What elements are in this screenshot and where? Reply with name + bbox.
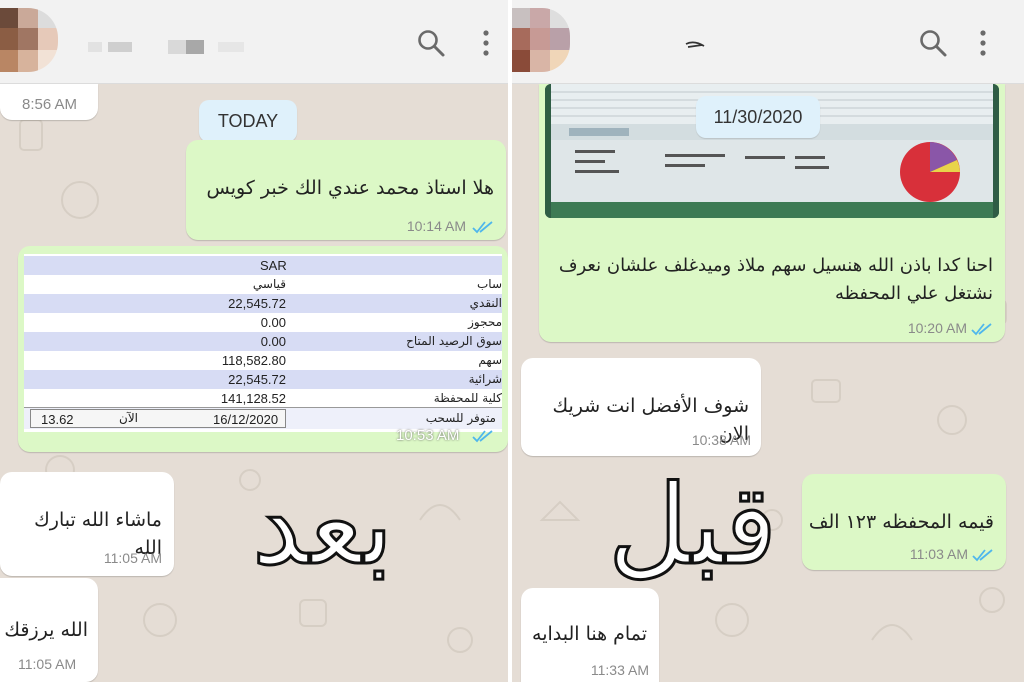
- statement-label: ساب: [476, 277, 502, 291]
- statement-footer-now: الآن: [119, 411, 138, 425]
- message-time: 11:05 AM: [18, 656, 77, 672]
- message-text: تمام هنا البدايه: [532, 623, 647, 645]
- read-ticks-icon: [472, 430, 493, 443]
- message-time: 10:38 AM: [691, 432, 751, 448]
- read-ticks-icon: [971, 323, 992, 336]
- statement-currency-row: SAR: [24, 256, 502, 275]
- statement-value: 118,582.80: [221, 353, 286, 368]
- message-time: 10:20 AM: [907, 320, 967, 336]
- statement-value: قياسي: [252, 277, 286, 291]
- message-text: احنا كدا باذن الله هنسيل سهم ملاذ وميدغل…: [558, 255, 993, 304]
- message-time: 11:03 AM: [909, 546, 968, 562]
- statement-row: قياسي ساب: [24, 275, 502, 294]
- message-time: 10:53 AM: [396, 427, 460, 444]
- more-vert-icon[interactable]: [480, 28, 492, 58]
- statement-row: 22,545.72 شرائية: [24, 370, 502, 389]
- statement-row: 22,545.72 النقدي: [24, 294, 502, 313]
- statement-date-box: 13.62 الآن 16/12/2020: [30, 409, 286, 428]
- statement-footer-label: متوفر للسحب: [425, 411, 496, 425]
- statement-label: محجوز: [468, 315, 502, 329]
- contact-name-redacted: [88, 40, 248, 54]
- message-bubble-incoming[interactable]: تمام هنا البدايه 11:33 AM: [521, 588, 659, 682]
- more-vert-icon[interactable]: [977, 28, 989, 58]
- statement-row: 141,128.52 كلية للمحفظة: [24, 389, 502, 408]
- date-chip: TODAY: [199, 100, 297, 142]
- message-bubble-incoming[interactable]: 8:56 AM: [0, 84, 98, 120]
- statement-label: سهم: [478, 353, 502, 367]
- message-text: هلا استاذ محمد عندي الك خبر كويس: [206, 177, 494, 199]
- message-time: 10:14 AM: [406, 218, 466, 234]
- date-chip: 11/30/2020: [696, 96, 820, 138]
- message-bubble-outgoing[interactable]: قيمه المحفظه ١٢٣ الف 11:03 AM: [802, 474, 1006, 570]
- statement-value: 0.00: [260, 334, 286, 349]
- avatar[interactable]: [0, 8, 58, 72]
- message-time: 11:33 AM: [590, 662, 649, 678]
- message-text: قيمه المحفظه ١٢٣ الف: [808, 511, 994, 533]
- statement-currency: SAR: [260, 258, 287, 273]
- message-time: 8:56 AM: [22, 96, 78, 113]
- statement-label: كلية للمحفظة: [433, 391, 502, 405]
- read-ticks-icon: [472, 221, 493, 234]
- avatar[interactable]: [512, 8, 570, 72]
- overlay-word-before: قبل: [606, 461, 778, 589]
- statement-row: 0.00 سوق الرصيد المتاح: [24, 332, 502, 351]
- message-bubble-incoming[interactable]: ماشاء الله تبارك الله 11:05 AM: [0, 472, 174, 576]
- statement-label: سوق الرصيد المتاح: [406, 334, 502, 348]
- statement-value: 141,128.52: [220, 391, 286, 406]
- overlay-word-after: بعد: [250, 461, 394, 589]
- statement-footer-date: 16/12/2020: [213, 412, 279, 427]
- message-bubble-incoming[interactable]: شوف الأفضل انت شريك الان 10:38 AM: [521, 358, 761, 456]
- message-bubble-outgoing[interactable]: هلا استاذ محمد عندي الك خبر كويس 10:14 A…: [186, 140, 506, 240]
- search-icon[interactable]: [416, 28, 446, 58]
- statement-row: 118,582.80 سهم: [24, 351, 502, 370]
- chat-panel-left: 8:56 AM TODAY هلا استاذ محمد عندي الك خب…: [0, 0, 508, 682]
- statement-value: 22,545.72: [228, 296, 286, 311]
- statement-value: 22,545.72: [228, 372, 286, 387]
- search-icon[interactable]: [918, 28, 948, 58]
- statement-footer: 13.62 الآن 16/12/2020 متوفر للسحب: [24, 407, 502, 429]
- statement-footer-value: 13.62: [41, 412, 74, 427]
- statement-label: النقدي: [469, 296, 502, 310]
- message-time: 11:05 AM: [103, 550, 162, 566]
- message-bubble-incoming[interactable]: الله يرزقك 11:05 AM: [0, 578, 98, 682]
- statement-value: 0.00: [260, 315, 286, 330]
- contact-name-redacted: [685, 41, 705, 48]
- read-ticks-icon: [972, 549, 993, 562]
- message-text: الله يرزقك: [4, 619, 88, 641]
- chat-header: [0, 0, 508, 84]
- statement-label: شرائية: [468, 372, 502, 386]
- statement-row: 0.00 محجوز: [24, 313, 502, 332]
- chat-header: [512, 0, 1024, 84]
- statement-image[interactable]: SAR قياسي ساب 22,545.72 النقدي 0.00 محجو…: [24, 254, 502, 432]
